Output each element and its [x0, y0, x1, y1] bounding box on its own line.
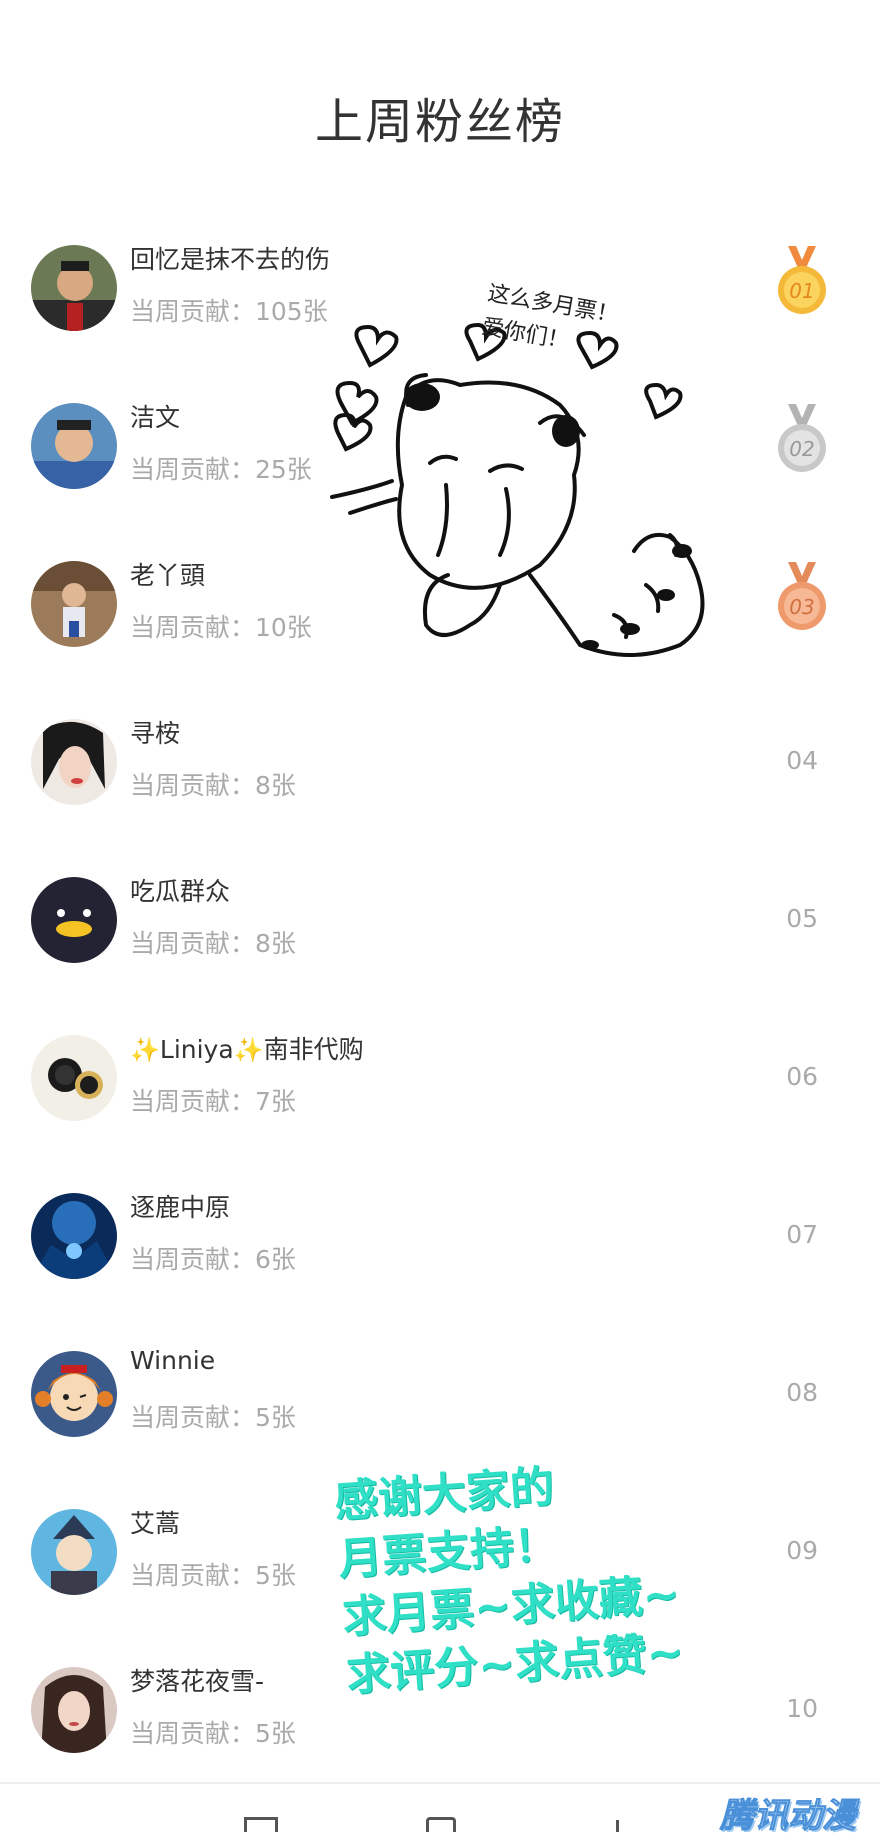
avatar[interactable] — [31, 1193, 117, 1279]
fan-contribution: 当周贡献：5张 — [130, 1403, 296, 1432]
avatar[interactable] — [31, 1667, 117, 1753]
avatar[interactable] — [31, 877, 117, 963]
avatar[interactable] — [31, 561, 117, 647]
bottom-divider — [0, 1782, 880, 1784]
medal-rank-label: 01 — [789, 279, 814, 303]
silver-medal-icon: 02 — [778, 404, 826, 472]
page-title: 上周粉丝榜 — [314, 94, 565, 150]
fan-contribution: 当周贡献：6张 — [130, 1245, 296, 1274]
fan-name: ✨Liniya✨南非代购 — [130, 1030, 364, 1066]
medal-rank-label: 03 — [789, 595, 814, 619]
fan-contribution: 当周贡献：5张 — [130, 1719, 296, 1748]
fan-name: Winnie — [130, 1346, 216, 1375]
bronze-medal-icon: 03 — [778, 562, 826, 630]
system-nav-bar — [0, 1816, 880, 1832]
thanks-message: 感谢大家的 月票支持！ 求月票~求收藏~ 求评分~求点赞~ — [332, 1447, 737, 1706]
rank-number: 09 — [786, 1536, 818, 1565]
avatar[interactable] — [31, 403, 117, 489]
avatar[interactable] — [31, 245, 117, 331]
rank-number: 04 — [786, 746, 818, 775]
rank-number: 10 — [786, 1694, 818, 1723]
fan-contribution: 当周贡献：8张 — [130, 929, 296, 958]
fan-name: 梦落花夜雪- — [130, 1667, 265, 1696]
sparkle-icon: ✨ — [130, 1036, 160, 1064]
list-item[interactable]: 吃瓜群众 当周贡献：8张 05 — [0, 844, 880, 1002]
medal-rank-label: 02 — [789, 437, 814, 461]
fan-name-suffix: 南非代购 — [263, 1035, 364, 1064]
fan-name: 逐鹿中原 — [130, 1193, 231, 1222]
fan-name: 寻桉 — [130, 719, 181, 748]
avatar[interactable] — [31, 1035, 117, 1121]
list-item[interactable]: ✨Liniya✨南非代购 当周贡献：7张 06 — [0, 1002, 880, 1160]
list-item[interactable]: 逐鹿中原 当周贡献：6张 07 — [0, 1160, 880, 1318]
avatar[interactable] — [31, 1351, 117, 1437]
list-item[interactable]: Winnie 当周贡献：5张 08 — [0, 1318, 880, 1476]
rank-number: 07 — [786, 1220, 818, 1249]
rank-number: 06 — [786, 1062, 818, 1091]
fan-name: 回忆是抹不去的伤 — [130, 245, 331, 274]
fan-name: 洁文 — [130, 403, 181, 432]
fan-contribution: 当周贡献：7张 — [130, 1087, 296, 1116]
home-icon[interactable] — [426, 1817, 456, 1832]
fan-contribution: 当周贡献：25张 — [130, 455, 312, 484]
sparkle-icon: ✨ — [233, 1036, 264, 1064]
avatar[interactable] — [31, 719, 117, 805]
back-icon[interactable] — [616, 1820, 629, 1832]
fan-contribution: 当周贡献：8张 — [130, 771, 296, 800]
gold-medal-icon: 01 — [778, 246, 826, 314]
avatar[interactable] — [31, 1509, 117, 1595]
fan-contribution: 当周贡献：10张 — [130, 613, 312, 642]
menu-icon[interactable] — [244, 1817, 278, 1832]
rank-number: 08 — [786, 1378, 818, 1407]
fan-name-main: Liniya — [159, 1035, 234, 1064]
fan-contribution: 当周贡献：105张 — [130, 297, 328, 326]
fan-name: 老丫頭 — [130, 561, 206, 590]
fan-name: 艾蒿 — [130, 1509, 181, 1538]
list-item[interactable]: 寻桉 当周贡献：8张 04 — [0, 686, 880, 844]
rank-number: 05 — [786, 904, 818, 933]
fan-contribution: 当周贡献：5张 — [130, 1561, 296, 1590]
fan-name: 吃瓜群众 — [130, 877, 231, 906]
